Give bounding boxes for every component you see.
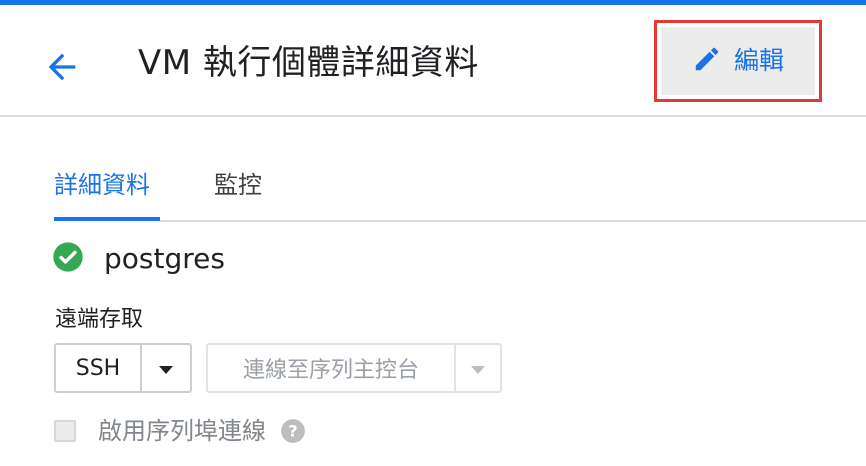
ssh-button-group: SSH (54, 343, 192, 393)
serial-console-dropdown-button[interactable] (456, 345, 500, 391)
svg-text:?: ? (288, 421, 297, 440)
help-icon[interactable]: ? (280, 418, 306, 444)
vm-instance-details-page: VM 執行個體詳細資料 編輯 詳細資料 監控 postgres 遠端存取 SSH (0, 0, 866, 466)
tabs-divider (160, 220, 866, 222)
serial-port-option: 啟用序列埠連線 ? (54, 414, 306, 448)
caret-down-icon (159, 359, 173, 378)
active-tab-indicator (54, 217, 160, 221)
page-title: VM 執行個體詳細資料 (138, 43, 479, 83)
caret-down-icon (471, 359, 485, 378)
arrow-back-icon (42, 47, 82, 91)
pencil-icon (692, 44, 722, 78)
tab-monitoring[interactable]: 監控 (214, 165, 262, 221)
serial-port-checkbox[interactable] (54, 420, 76, 442)
instance-name: postgres (104, 242, 225, 275)
instance-status-row: postgres (52, 242, 225, 276)
check-circle-icon (52, 241, 84, 277)
edit-button[interactable]: 編輯 (661, 27, 815, 95)
serial-console-button-group: 連線至序列主控台 (206, 343, 502, 393)
ssh-button[interactable]: SSH (56, 345, 140, 391)
edit-button-label: 編輯 (733, 46, 784, 75)
tab-details[interactable]: 詳細資料 (54, 165, 150, 221)
serial-console-button[interactable]: 連線至序列主控台 (208, 345, 454, 391)
serial-port-checkbox-label: 啟用序列埠連線 (98, 417, 266, 445)
remote-access-label: 遠端存取 (55, 307, 144, 332)
back-button[interactable] (38, 45, 86, 93)
ssh-dropdown-button[interactable] (142, 345, 190, 391)
